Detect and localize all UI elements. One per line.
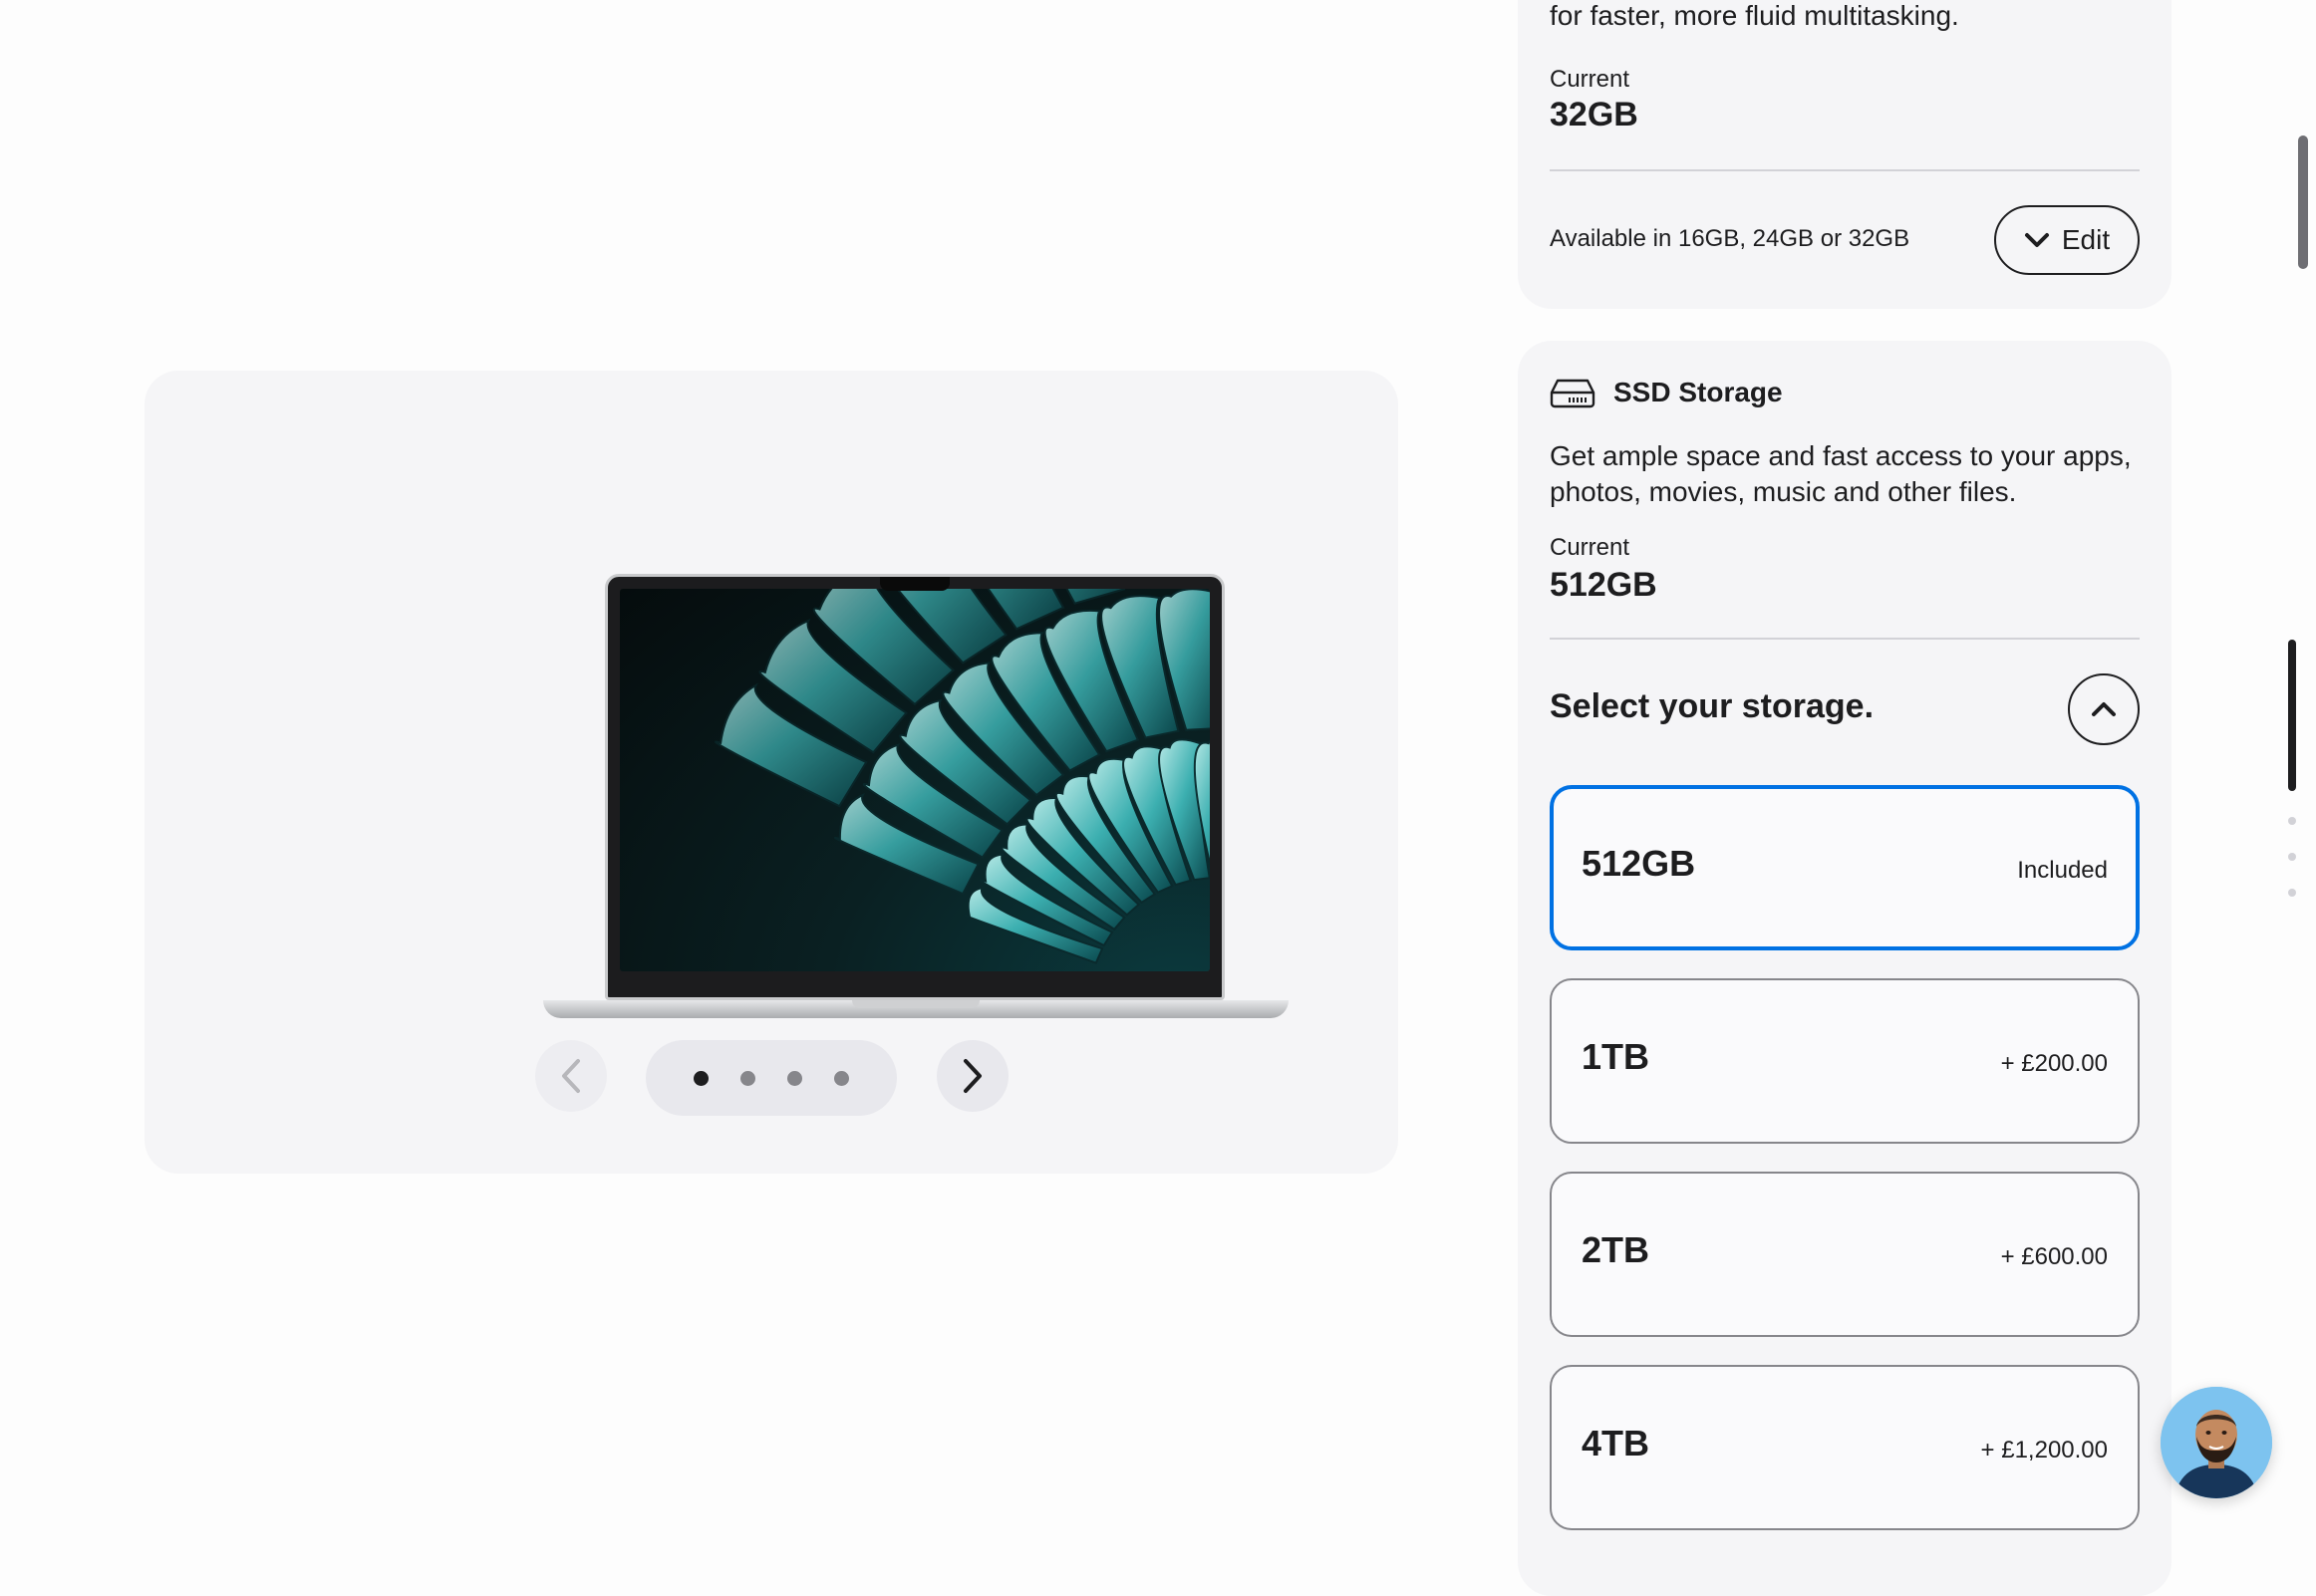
product-image-macbook [543,574,1289,1018]
camera-notch [880,577,950,591]
memory-divider [1550,169,2140,171]
storage-option-4tb[interactable]: 4TB + £1,200.00 [1550,1365,2140,1530]
gallery-dot-1[interactable] [694,1070,709,1086]
laptop-screen [620,589,1210,971]
gallery-dot-3[interactable] [787,1070,802,1086]
section-indicator-dot[interactable] [2288,889,2296,897]
ssd-current-label: Current [1550,534,1630,561]
gallery-next-button[interactable] [937,1040,1009,1112]
ssd-current-value: 512GB [1550,566,1657,604]
storage-option-size: 2TB [1582,1229,1650,1270]
ssd-storage-card: SSD Storage Get ample space and fast acc… [1518,341,2171,1596]
memory-current-label: Current [1550,66,1630,93]
page-scrollbar[interactable] [2298,135,2308,269]
storage-option-size: 512GB [1582,843,1696,884]
select-storage-heading: Select your storage. [1550,687,1875,725]
laptop-lid [605,574,1225,1000]
storage-option-2tb[interactable]: 2TB + £600.00 [1550,1172,2140,1337]
edit-label: Edit [2061,224,2111,255]
gallery-dot-4[interactable] [834,1070,849,1086]
memory-edit-button[interactable]: Edit [1994,205,2140,275]
gallery-controls [145,1040,1398,1116]
section-indicator-active[interactable] [2288,640,2296,791]
storage-option-price: + £200.00 [2000,1050,2108,1077]
ssd-divider [1550,638,2140,640]
drive-icon [1550,379,1595,408]
ssd-description: Get ample space and fast access to your … [1550,440,2132,507]
section-indicator-dot[interactable] [2288,817,2296,825]
storage-collapse-button[interactable] [2068,673,2140,745]
ssd-header: SSD Storage [1550,377,1783,408]
chevron-right-icon [964,1059,982,1093]
memory-available-text: Available in 16GB, 24GB or 32GB [1550,225,1910,252]
laptop-base-notch [852,1000,980,1008]
storage-option-price: Included [2017,857,2108,884]
memory-description: for faster, more fluid multitasking. [1550,0,1959,31]
product-gallery [145,371,1398,1174]
section-indicator-dot[interactable] [2288,853,2296,861]
storage-option-price: + £600.00 [2000,1243,2108,1270]
gallery-prev-button[interactable] [535,1040,607,1112]
storage-option-512gb[interactable]: 512GB Included [1550,785,2140,950]
gallery-dot-2[interactable] [740,1070,755,1086]
gallery-pagination [646,1040,897,1116]
ssd-title: SSD Storage [1613,377,1783,407]
memory-current-value: 32GB [1550,96,1638,133]
chevron-up-icon [2092,702,2116,716]
storage-option-price: + £1,200.00 [1980,1437,2108,1463]
storage-option-1tb[interactable]: 1TB + £200.00 [1550,978,2140,1144]
chat-specialist-avatar[interactable] [2161,1387,2272,1498]
person-avatar-icon [2161,1387,2272,1498]
memory-card: for faster, more fluid multitasking. Cur… [1518,0,2171,309]
wallpaper-petals [715,589,1210,964]
storage-option-size: 1TB [1582,1036,1650,1077]
chevron-left-icon [562,1059,580,1093]
chevron-down-icon [2024,233,2049,247]
storage-option-size: 4TB [1582,1423,1650,1463]
